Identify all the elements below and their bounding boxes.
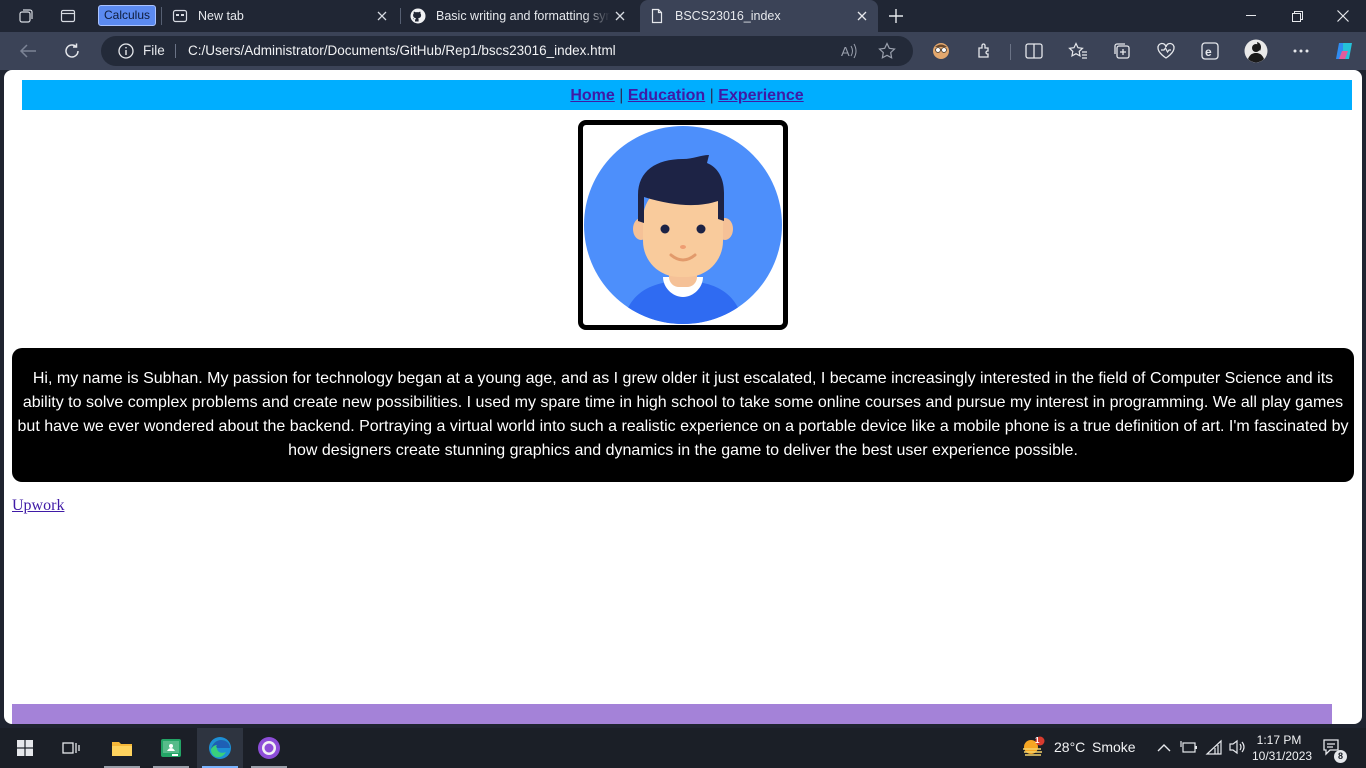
page-viewport: Home | Education | Experience Hi, my nam…	[4, 70, 1362, 724]
clock-date: 10/31/2023	[1252, 749, 1313, 763]
divider	[161, 7, 162, 25]
more-options-icon[interactable]	[1286, 37, 1316, 65]
url-text[interactable]: C:/Users/Administrator/Documents/GitHub/…	[188, 36, 616, 66]
extensions-icon[interactable]	[970, 37, 1000, 65]
weather-temperature[interactable]: 28°C	[1054, 739, 1085, 755]
favorites-icon[interactable]	[1063, 37, 1093, 65]
nav-link-home[interactable]: Home	[570, 87, 614, 104]
refresh-icon[interactable]	[57, 37, 87, 65]
workspace-tag[interactable]: Calculus	[98, 5, 157, 26]
tab-label: BSCS23016_index	[675, 9, 781, 23]
tab-label: New tab	[198, 9, 244, 23]
nav-separator: |	[619, 87, 624, 104]
weather-badge: 1	[1035, 736, 1040, 745]
tab-new-tab[interactable]: New tab	[164, 0, 398, 32]
new-tab-page-icon	[172, 8, 188, 24]
close-tab-icon[interactable]	[374, 8, 390, 24]
tab-github-docs[interactable]: Basic writing and formatting syntax	[402, 0, 636, 32]
avatar-illustration	[584, 126, 782, 324]
workspaces-icon[interactable]	[12, 4, 40, 28]
read-aloud-icon[interactable]: A	[839, 41, 859, 61]
footer-bar	[12, 704, 1332, 724]
divider	[400, 8, 401, 24]
chevron-up-icon[interactable]	[1157, 740, 1173, 756]
close-window-icon[interactable]	[1320, 0, 1366, 32]
site-scheme-label: File	[143, 43, 165, 58]
system-clock[interactable]: 1:17 PM 10/31/2023	[1252, 732, 1313, 764]
collections-icon[interactable]	[1107, 37, 1137, 65]
upwork-link[interactable]: Upwork	[12, 497, 64, 515]
info-icon[interactable]	[116, 41, 136, 61]
about-me-paragraph: Hi, my name is Subhan. My passion for te…	[12, 348, 1354, 482]
github-desktop-icon[interactable]	[246, 728, 292, 768]
browser-essentials-icon[interactable]	[1151, 37, 1181, 65]
restore-icon[interactable]	[1274, 0, 1320, 32]
copilot-icon[interactable]	[1329, 37, 1359, 65]
taskbar: 1 28°C Smoke 1:17 PM 10/31/2023 8	[0, 728, 1366, 768]
google-classroom-icon[interactable]	[148, 728, 194, 768]
favorite-star-icon[interactable]	[877, 41, 897, 61]
volume-icon[interactable]	[1228, 739, 1246, 757]
divider	[175, 44, 176, 58]
browser-toolbar: File C:/Users/Administrator/Documents/Gi…	[0, 32, 1366, 70]
new-tab-plus-icon[interactable]	[882, 4, 910, 28]
nav-link-experience[interactable]: Experience	[718, 87, 803, 104]
profile-avatar-icon[interactable]	[926, 37, 956, 65]
site-navigation: Home | Education | Experience	[22, 80, 1352, 110]
weather-condition[interactable]: Smoke	[1092, 739, 1136, 755]
user-account-avatar[interactable]	[1241, 37, 1271, 65]
file-page-icon	[649, 8, 665, 24]
close-tab-icon[interactable]	[612, 8, 628, 24]
svg-text:e: e	[1205, 45, 1212, 59]
tab-label: Basic writing and formatting syntax	[436, 9, 610, 23]
svg-text:A: A	[841, 44, 850, 59]
task-view-icon[interactable]	[48, 728, 94, 768]
close-tab-icon[interactable]	[854, 8, 870, 24]
tab-strip: Calculus New tab Basic writing and forma…	[0, 0, 1366, 32]
profile-picture	[578, 120, 788, 330]
minimize-icon[interactable]	[1228, 0, 1274, 32]
weather-icon[interactable]	[1021, 736, 1045, 760]
tab-actions-icon[interactable]	[54, 4, 82, 28]
notification-count-badge: 8	[1334, 750, 1347, 763]
split-screen-icon[interactable]	[1019, 37, 1049, 65]
nav-link-education[interactable]: Education	[628, 87, 705, 104]
start-windows-icon[interactable]	[2, 728, 48, 768]
tab-bscs23016-index[interactable]: BSCS23016_index	[640, 0, 878, 32]
divider	[1010, 44, 1011, 60]
back-arrow-icon[interactable]	[13, 37, 43, 65]
github-icon	[410, 8, 426, 24]
clock-time: 1:17 PM	[1256, 733, 1302, 747]
address-bar[interactable]: File C:/Users/Administrator/Documents/Gi…	[101, 36, 913, 66]
battery-icon[interactable]	[1180, 740, 1198, 756]
file-explorer-icon[interactable]	[99, 728, 145, 768]
internet-explorer-mode-icon[interactable]: e	[1195, 37, 1225, 65]
wifi-icon[interactable]	[1205, 739, 1223, 757]
nav-separator: |	[709, 87, 714, 104]
microsoft-edge-icon[interactable]	[197, 728, 243, 768]
